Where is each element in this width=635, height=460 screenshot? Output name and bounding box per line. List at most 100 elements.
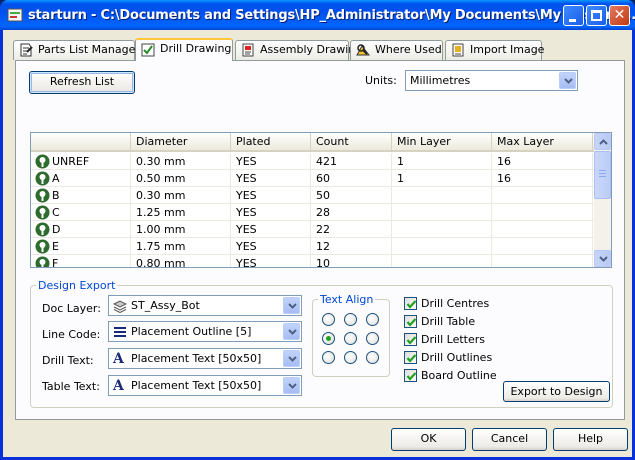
where-used-icon — [356, 44, 370, 56]
cell-text: YES — [236, 240, 257, 253]
table-text-select[interactable]: A Placement Text [50x50] — [108, 375, 302, 396]
chevron-down-icon[interactable] — [283, 323, 300, 340]
checkbox-drill-centres[interactable] — [404, 297, 417, 310]
tab-parts-list-manager[interactable]: Parts List Manager — [13, 40, 140, 60]
scroll-up-arrow-icon[interactable] — [594, 133, 611, 150]
align-middle-left-radio[interactable] — [322, 332, 335, 345]
checkbox-label[interactable]: Drill Letters — [421, 333, 485, 346]
drill-text-select[interactable]: A Placement Text [50x50] — [108, 348, 302, 369]
parts-list-icon — [20, 43, 33, 57]
table-row[interactable]: D 1.00 mm YES 22 — [31, 221, 595, 238]
cell-text: 421 — [316, 155, 337, 168]
close-button[interactable]: ✕ — [609, 5, 630, 26]
align-top-center-radio[interactable] — [344, 313, 357, 326]
table-cell-max-layer: 16 — [492, 153, 593, 170]
column-header-min-layer[interactable]: Min Layer — [392, 133, 492, 151]
table-cell-plated: YES — [231, 221, 311, 238]
chevron-down-icon[interactable] — [283, 297, 300, 314]
doc-layer-select[interactable]: ST_Assy_Bot — [108, 295, 302, 316]
list-header: Diameter Plated Count Min Layer Max Laye… — [31, 133, 595, 152]
cancel-button[interactable]: Cancel — [472, 428, 547, 451]
table-row[interactable]: UNREF 0.30 mm YES 421 1 16 — [31, 153, 595, 170]
table-cell-count: 50 — [311, 187, 392, 204]
table-cell-count: 10 — [311, 255, 392, 267]
table-cell-count: 60 — [311, 170, 392, 187]
grip-line — [599, 176, 606, 177]
table-cell-min-layer — [392, 255, 492, 267]
align-bottom-left-radio[interactable] — [322, 351, 335, 364]
export-to-design-button[interactable]: Export to Design — [503, 381, 610, 402]
ok-button[interactable]: OK — [391, 428, 466, 451]
tab-drill-drawing[interactable]: Drill Drawing — [135, 38, 233, 61]
checkbox-label[interactable]: Drill Table — [421, 315, 475, 328]
column-header-max-layer[interactable]: Max Layer — [492, 133, 593, 151]
checkbox-drill-outlines[interactable] — [404, 351, 417, 364]
column-header-plated[interactable]: Plated — [231, 133, 311, 151]
table-row[interactable]: B 0.30 mm YES 50 — [31, 187, 595, 204]
cell-text: YES — [236, 172, 257, 185]
chevron-down-icon[interactable] — [283, 377, 300, 394]
table-cell-letter: A — [31, 170, 131, 187]
align-middle-center-radio[interactable] — [344, 332, 357, 345]
units-select[interactable]: Millimetres — [405, 70, 578, 91]
scroll-down-arrow-icon[interactable] — [594, 250, 611, 267]
cell-text: 1.75 mm — [136, 240, 186, 253]
table-row[interactable]: E 1.75 mm YES 12 — [31, 238, 595, 255]
layers-icon — [113, 300, 127, 313]
table-cell-diameter: 1.00 mm — [131, 221, 231, 238]
cell-text: 1 — [397, 172, 404, 185]
text-align-group: Text Align — [312, 293, 390, 377]
align-middle-right-radio[interactable] — [366, 332, 379, 345]
cell-text: YES — [236, 206, 257, 219]
cell-text: 0.80 mm — [136, 257, 186, 268]
tab-import-image[interactable]: Import Image — [445, 40, 544, 60]
cell-text: A — [52, 172, 60, 185]
align-bottom-center-radio[interactable] — [344, 351, 357, 364]
drill-hole-icon — [35, 239, 50, 254]
checkbox-drill-letters[interactable] — [404, 333, 417, 346]
table-cell-diameter: 1.25 mm — [131, 204, 231, 221]
tab-where-used[interactable]: Where Used — [350, 40, 443, 60]
align-bottom-right-radio[interactable] — [366, 351, 379, 364]
align-top-left-radio[interactable] — [322, 313, 335, 326]
minimize-button[interactable] — [563, 5, 584, 26]
table-cell-diameter: 0.30 mm — [131, 187, 231, 204]
checkbox-label[interactable]: Drill Outlines — [421, 351, 492, 364]
drill-hole-icon — [35, 222, 50, 237]
column-header-letter[interactable] — [31, 133, 131, 151]
drill-list[interactable]: Diameter Plated Count Min Layer Max Laye… — [30, 132, 612, 268]
chevron-down-icon[interactable] — [559, 72, 576, 89]
cell-text: 0.50 mm — [136, 172, 186, 185]
tab-assembly-drawing[interactable]: Assembly Drawing — [235, 40, 362, 60]
table-row[interactable]: F 0.80 mm YES 10 — [31, 255, 595, 268]
table-cell-count: 421 — [311, 153, 392, 170]
cell-text: 16 — [497, 172, 511, 185]
checkbox-drill-table[interactable] — [404, 315, 417, 328]
units-label: Units: — [365, 74, 397, 87]
checkmark-icon — [406, 372, 417, 381]
column-header-count[interactable]: Count — [311, 133, 392, 151]
line-code-select[interactable]: Placement Outline [5] — [108, 321, 302, 342]
column-header-diameter[interactable]: Diameter — [131, 133, 231, 151]
table-row[interactable]: A 0.50 mm YES 60 1 16 — [31, 170, 595, 187]
table-cell-min-layer: 1 — [392, 170, 492, 187]
scroll-thumb[interactable] — [594, 151, 611, 199]
cell-text: 28 — [316, 206, 330, 219]
checkbox-board-outline[interactable] — [404, 369, 417, 382]
chevron-down-icon[interactable] — [283, 350, 300, 367]
refresh-list-button[interactable]: Refresh List — [29, 71, 135, 94]
table-cell-plated: YES — [231, 170, 311, 187]
drill-hole-icon — [35, 188, 50, 203]
list-scrollbar[interactable] — [594, 133, 611, 267]
help-button[interactable]: Help — [553, 428, 628, 451]
table-text-label: Table Text: — [42, 380, 100, 393]
align-top-right-radio[interactable] — [366, 313, 379, 326]
checkmark-icon — [406, 300, 417, 309]
table-row[interactable]: C 1.25 mm YES 28 — [31, 204, 595, 221]
line-style-icon — [114, 327, 126, 337]
maximize-button[interactable] — [586, 5, 607, 26]
title-bar[interactable]: starturn - C:\Documents and Settings\HP_… — [0, 0, 635, 30]
table-cell-plated: YES — [231, 204, 311, 221]
checkbox-label[interactable]: Drill Centres — [421, 297, 489, 310]
checkbox-label[interactable]: Board Outline — [421, 369, 497, 382]
